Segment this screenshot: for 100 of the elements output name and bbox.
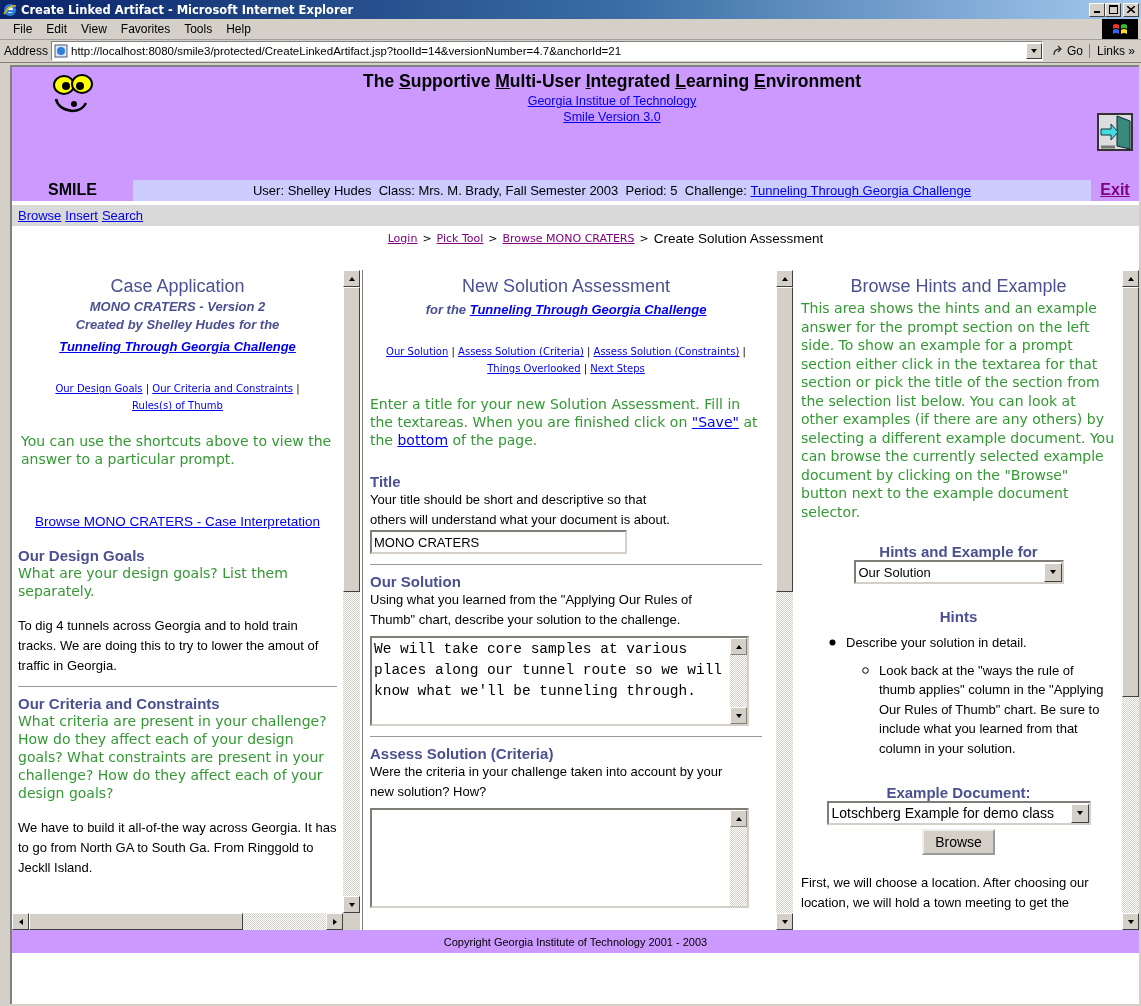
minimize-button[interactable] xyxy=(1089,2,1105,17)
hint-text: Look back at the "ways the rule of thumb applies" column in the "Applying Our Rules of Thumb" chart. Be sure to include what you learned from that column in your solution. xyxy=(879,661,1105,758)
vertical-scrollbar[interactable] xyxy=(776,270,793,930)
vertical-scrollbar[interactable] xyxy=(343,270,360,913)
toolbar-link[interactable]: Insert xyxy=(65,208,98,223)
prompt-text: What criteria are present in your challenge? How do they affect each of your design goals? What constraints are present in your challenge? How do they affect each of your design goals? xyxy=(18,712,328,802)
circle-bullet-icon xyxy=(862,666,869,674)
scroll-up-button[interactable] xyxy=(730,638,747,655)
arrow-up-icon xyxy=(1126,275,1135,282)
scrollbar-thumb[interactable] xyxy=(29,913,243,930)
scrollbar-thumb[interactable] xyxy=(343,287,360,592)
menu-item[interactable]: Favorites xyxy=(113,22,178,36)
hint-text: Describe your solution in detail. xyxy=(846,634,1028,652)
shortcut-link[interactable]: Our Design Goals xyxy=(55,383,143,394)
caret-down-icon xyxy=(1048,569,1057,575)
version-link[interactable]: Smile Version 3.0 xyxy=(563,110,661,124)
field-description: Using what you learned from the "Applying Our Rules of Thumb" chart, describe your solution to the challenge. xyxy=(370,591,693,629)
menu-item[interactable]: Tools xyxy=(177,22,220,36)
dropdown-button[interactable] xyxy=(1043,562,1062,582)
scroll-down-button[interactable] xyxy=(1122,913,1139,930)
toolbar-link[interactable]: Browse xyxy=(18,208,62,223)
example-dropdown[interactable]: Lotschberg Example for demo class xyxy=(826,801,1091,825)
scroll-down-button[interactable] xyxy=(343,896,360,913)
bullet-icon xyxy=(829,639,836,646)
dropdown-button[interactable] xyxy=(1070,803,1089,823)
scroll-left-button[interactable] xyxy=(12,913,29,930)
title-input[interactable]: MONO CRATERS xyxy=(370,530,627,554)
section-title: Our Design Goals xyxy=(18,547,146,564)
minimize-icon xyxy=(1094,10,1100,13)
breadcrumb-separator: > xyxy=(422,232,432,247)
breadcrumb-link[interactable]: Login xyxy=(387,232,418,270)
subtitle: for the Tunneling Through Georgia Challenge xyxy=(424,301,708,319)
arrow-right-icon xyxy=(331,917,338,926)
exit-link[interactable]: Exit xyxy=(1100,181,1130,199)
menu-item[interactable]: Edit xyxy=(39,22,75,36)
panel-heading: New Solution Assessment xyxy=(460,276,672,297)
shortcut-link[interactable]: Assess Solution (Criteria) xyxy=(458,346,584,357)
instruction-link[interactable]: "Save" xyxy=(691,414,739,430)
text-area[interactable]: We will take core samples at various places along our tunnel route so we will know what we'll be tunneling through. xyxy=(370,636,749,726)
link-separator: | xyxy=(583,363,588,374)
shortcut-link[interactable]: Our Criteria and Constraints xyxy=(152,383,294,394)
answer-text: To dig 4 tunnels across Georgia and to hold train tracks. We are doing this to try to lower the amout of traffic in Georgia. xyxy=(18,617,320,675)
vertical-scrollbar[interactable] xyxy=(730,810,747,906)
breadcrumb-link[interactable]: Pick Tool xyxy=(436,232,484,270)
horizontal-scrollbar[interactable] xyxy=(12,913,343,930)
menu-item[interactable]: Help xyxy=(219,22,258,36)
scroll-up-button[interactable] xyxy=(730,810,747,827)
link-separator: | xyxy=(587,346,591,357)
case-interpretation-link[interactable]: Browse MONO CRATERS - Case Interpretation xyxy=(35,514,320,529)
field-description: Your title should be short and descriptive so that others will understand what your document is about. xyxy=(370,491,670,529)
section-title: Our Criteria and Constraints xyxy=(18,695,221,712)
prompt-text: What are your design goals? List them separately. xyxy=(18,564,289,600)
scroll-up-button[interactable] xyxy=(776,270,793,287)
menu-item[interactable]: File xyxy=(6,22,40,36)
section-dropdown[interactable]: Our Solution xyxy=(853,560,1064,584)
maximize-icon xyxy=(1108,5,1118,14)
scrollbar-thumb[interactable] xyxy=(776,287,793,592)
vertical-scrollbar[interactable] xyxy=(730,638,747,724)
institution-link[interactable]: Georgia Institue of Technology xyxy=(527,94,697,108)
arrow-down-icon xyxy=(734,712,743,719)
scroll-down-button[interactable] xyxy=(776,913,793,930)
challenge-link[interactable]: Tunneling Through Georgia Challenge xyxy=(59,339,296,354)
link-separator: | xyxy=(296,383,300,394)
menu-item[interactable]: View xyxy=(74,22,114,36)
scroll-right-button[interactable] xyxy=(326,913,343,930)
flag-icon xyxy=(1112,22,1128,36)
arrow-up-icon xyxy=(347,275,356,282)
maximize-button[interactable] xyxy=(1105,2,1121,17)
breadcrumb-current: Create Solution Assessment xyxy=(653,232,824,248)
toolbar-link[interactable]: Search xyxy=(101,208,144,223)
arrow-down-icon xyxy=(780,918,789,925)
breadcrumb-link[interactable]: Browse MONO CRATERS xyxy=(502,232,635,270)
close-button[interactable] xyxy=(1123,2,1139,17)
scroll-up-button[interactable] xyxy=(343,270,360,287)
instruction-text: You can use the shortcuts above to view the answer to a particular prompt. xyxy=(20,432,333,468)
links-button[interactable]: Links » xyxy=(1092,44,1139,58)
challenge-link[interactable]: Tunneling Through Georgia Challenge xyxy=(750,183,971,198)
challenge-link[interactable]: Tunneling Through Georgia Challenge xyxy=(469,302,707,317)
scroll-down-button[interactable] xyxy=(730,707,747,724)
browse-button[interactable]: Browse xyxy=(922,829,995,855)
field-label: Assess Solution (Criteria) xyxy=(370,745,555,762)
instruction-link[interactable]: bottom xyxy=(397,432,449,448)
arrow-up-icon xyxy=(780,275,789,282)
scroll-up-button[interactable] xyxy=(1122,270,1139,287)
text-area[interactable] xyxy=(370,808,749,908)
scrollbar-thumb[interactable] xyxy=(1122,287,1139,697)
shortcut-link[interactable]: Next Steps xyxy=(590,363,645,374)
go-button[interactable]: Go xyxy=(1045,44,1090,58)
dropdown-button[interactable] xyxy=(1025,43,1042,59)
address-field[interactable]: http://localhost:8080/smile3/protected/CreateLinkedArtifact.jsp?toolId=14&versionNumber=4.7&anchorId=21 xyxy=(51,41,1043,61)
shortcut-link[interactable]: Assess Solution (Constraints) xyxy=(593,346,740,357)
shortcut-link[interactable]: Things Overlooked xyxy=(487,363,581,374)
answer-text: We have to build it all-of-the way across Georgia. It has to go from North GA to South Ga. From Ringgold to Jeckll Island. xyxy=(18,819,337,877)
vertical-scrollbar[interactable] xyxy=(1122,270,1139,930)
arrow-left-icon xyxy=(17,917,24,926)
shortcut-link[interactable]: Our Solution xyxy=(386,346,449,357)
shortcut-link[interactable]: Rules(s) of Thumb xyxy=(132,400,223,411)
hints-heading: Hints xyxy=(938,608,979,625)
go-arrow-icon xyxy=(1051,45,1064,57)
intro-text: This area shows the hints and an example answer for the prompt section on the left side. To show an example for a prompt section either click in the textarea for that section or pick the title of the section from the selection list below. You can look at other examples (if there are any others) by selecting a different example document. You can browse the currently selected example document by clicking on the "Browse" button next to the example document selector. xyxy=(801,299,1115,521)
